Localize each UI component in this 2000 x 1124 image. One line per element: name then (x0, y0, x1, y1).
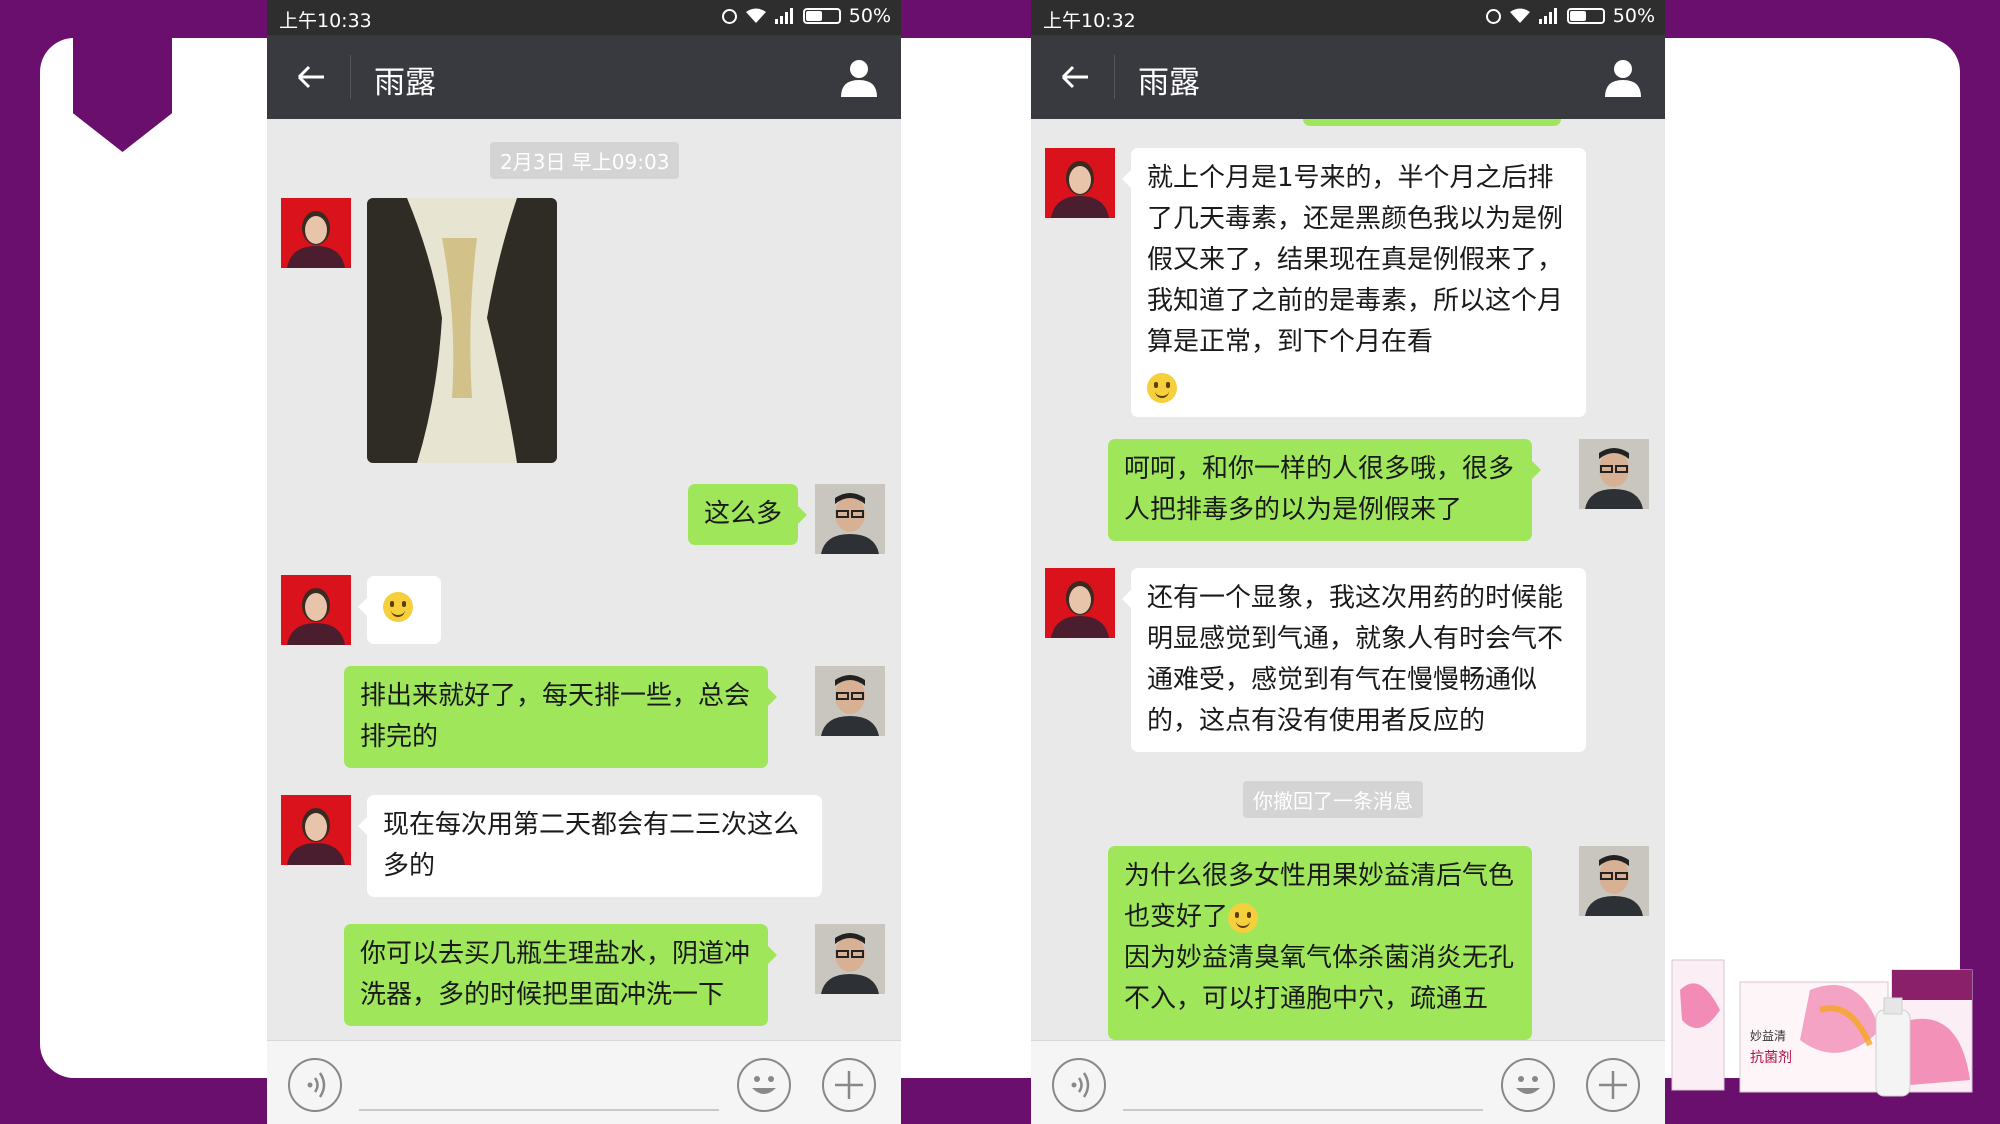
message-bubble-received[interactable]: 就上个月是1号来的，半个月之后排了几天毒素，还是黑颜色我以为是例假又来了，结果现… (1122, 148, 1586, 417)
avatar-contact[interactable] (281, 198, 351, 268)
emoji-icon (752, 1076, 776, 1094)
message-text: 因为妙益清臭氧气体杀菌消炎无孔不入，可以打通胞中穴，疏通五 (1124, 943, 1515, 1014)
message-bubble-received[interactable]: 现在每次用第二天都会有二三次这么多的 (358, 795, 822, 897)
status-icons: 50% (1485, 5, 1655, 27)
contact-name: 雨露 (1138, 65, 1200, 101)
status-time: 上午10:32 (1043, 10, 1136, 32)
message-bubble-received-emoji[interactable] (358, 576, 441, 644)
signal-icon (1538, 8, 1557, 24)
product-packaging-image: 妙益清 抗菌剂 (1671, 959, 1973, 1097)
status-bar: 上午10:33 50% (267, 0, 901, 35)
product-brand-label: 妙益清 (1750, 1029, 1786, 1043)
back-arrow-icon[interactable] (295, 61, 327, 93)
emoji-button[interactable] (737, 1058, 791, 1112)
voice-button[interactable] (1052, 1058, 1106, 1112)
signal-icon (774, 8, 793, 24)
message-text: 就上个月是1号来的，半个月之后排了几天毒素，还是黑颜色我以为是例假又来了，结果现… (1147, 163, 1564, 357)
message-bubble-received[interactable]: 还有一个显象，我这次用药的时候能明显感觉到气通，就象人有时会气不通难受，感觉到有… (1122, 568, 1586, 752)
chat-input-bar (1031, 1040, 1665, 1124)
avatar-self[interactable] (1579, 846, 1649, 916)
profile-icon[interactable] (1603, 57, 1643, 97)
chat-input-bar (267, 1040, 901, 1124)
avatar-contact[interactable] (281, 575, 351, 645)
alarm-icon (721, 8, 737, 24)
chat-screenshot-right: 上午10:32 50% 雨露 就上个月是1号来的，半个月之后排了几天毒素，还是黑… (1031, 0, 1665, 1124)
avatar-self[interactable] (815, 484, 885, 554)
shared-photo[interactable] (367, 198, 557, 463)
message-bubble-sent[interactable]: 你可以去买几瓶生理盐水，阴道冲洗器，多的时候把里面冲洗一下 (344, 924, 777, 1026)
voice-button[interactable] (288, 1058, 342, 1112)
status-time: 上午10:33 (279, 10, 372, 32)
avatar-self[interactable] (815, 666, 885, 736)
message-text: 为什么很多女性用果妙益清后气色也变好了 (1124, 861, 1515, 932)
message-bubble-sent[interactable]: 排出来就好了，每天排一些，总会排完的 (344, 666, 777, 768)
plus-icon (835, 1071, 863, 1099)
recall-notice: 你撤回了一条消息 (1243, 781, 1423, 818)
profile-icon[interactable] (839, 57, 879, 97)
alarm-icon (1485, 8, 1501, 24)
contact-name: 雨露 (374, 65, 436, 101)
voice-icon (307, 1072, 326, 1098)
message-bubble-sent[interactable]: 这么多 (688, 484, 808, 545)
plus-icon (1599, 1071, 1627, 1099)
avatar-self[interactable] (1579, 439, 1649, 509)
more-button[interactable] (1586, 1058, 1640, 1112)
emoji-icon (1516, 1076, 1540, 1094)
battery-percent: 50% (848, 5, 891, 27)
smile-emoji-icon (1147, 373, 1177, 403)
avatar-contact[interactable] (1045, 148, 1115, 218)
avatar-contact[interactable] (1045, 568, 1115, 638)
status-icons: 50% (721, 5, 891, 27)
message-bubble-sent[interactable]: 呵呵，和你一样的人很多哦，很多人把排毒多的以为是例假来了 (1108, 439, 1541, 541)
chat-header: 雨露 (267, 35, 901, 119)
chat-screenshot-left: 上午10:33 50% 雨露 2月3日 早上09:03 这么多 排出来就好了，每… (267, 0, 901, 1124)
emoji-button[interactable] (1501, 1058, 1555, 1112)
avatar-self[interactable] (815, 924, 885, 994)
battery-icon (1566, 8, 1605, 24)
voice-icon (1071, 1072, 1090, 1098)
status-bar: 上午10:32 50% (1031, 0, 1665, 35)
message-input[interactable] (1123, 1109, 1483, 1111)
nav-divider (1114, 55, 1115, 99)
back-arrow-icon[interactable] (1059, 61, 1091, 93)
message-input[interactable] (359, 1109, 719, 1111)
smile-emoji-icon (383, 591, 413, 622)
avatar-contact[interactable] (281, 795, 351, 865)
battery-percent: 50% (1612, 5, 1655, 27)
wifi-icon (745, 8, 766, 23)
chat-header: 雨露 (1031, 35, 1665, 119)
nav-divider (350, 55, 351, 99)
dizzy-emoji-icon (1228, 902, 1259, 933)
more-button[interactable] (822, 1058, 876, 1112)
wifi-icon (1509, 8, 1530, 23)
timestamp: 2月3日 早上09:03 (490, 142, 680, 179)
battery-icon (802, 8, 841, 24)
product-type-label: 抗菌剂 (1750, 1050, 1792, 1066)
message-bubble-sent[interactable]: 为什么很多女性用果妙益清后气色也变好了 因为妙益清臭氧气体杀菌消炎无孔不入，可以… (1108, 846, 1532, 1040)
